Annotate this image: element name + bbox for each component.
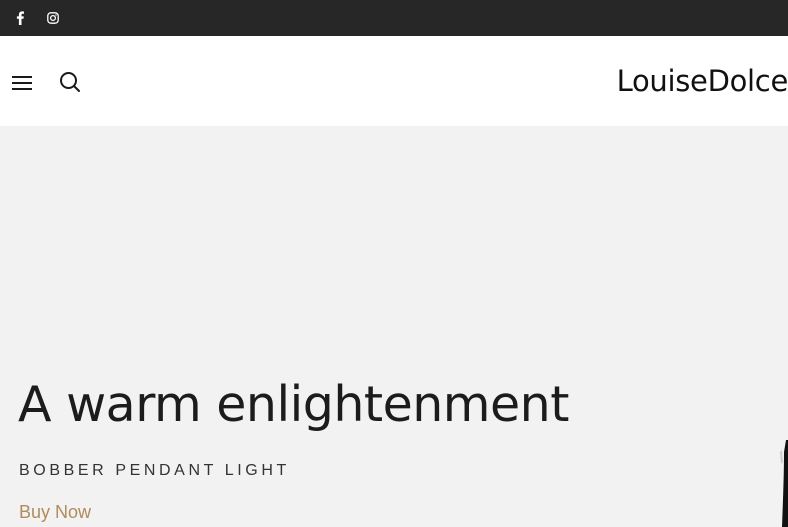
top-bar: [0, 0, 788, 36]
facebook-icon[interactable]: [10, 8, 30, 28]
hamburger-menu-icon[interactable]: [10, 72, 34, 94]
buy-now-link[interactable]: Buy Now: [19, 502, 91, 523]
instagram-icon[interactable]: [43, 8, 63, 28]
hero-title: A warm enlightenment: [18, 376, 569, 433]
hero-subtitle: BOBBER PENDANT LIGHT: [19, 462, 290, 479]
pendant-lamp-image: [780, 440, 788, 527]
site-logo[interactable]: LouiseDolce: [617, 64, 788, 98]
search-icon[interactable]: [58, 70, 82, 94]
site-header: LouiseDolce: [0, 36, 788, 126]
